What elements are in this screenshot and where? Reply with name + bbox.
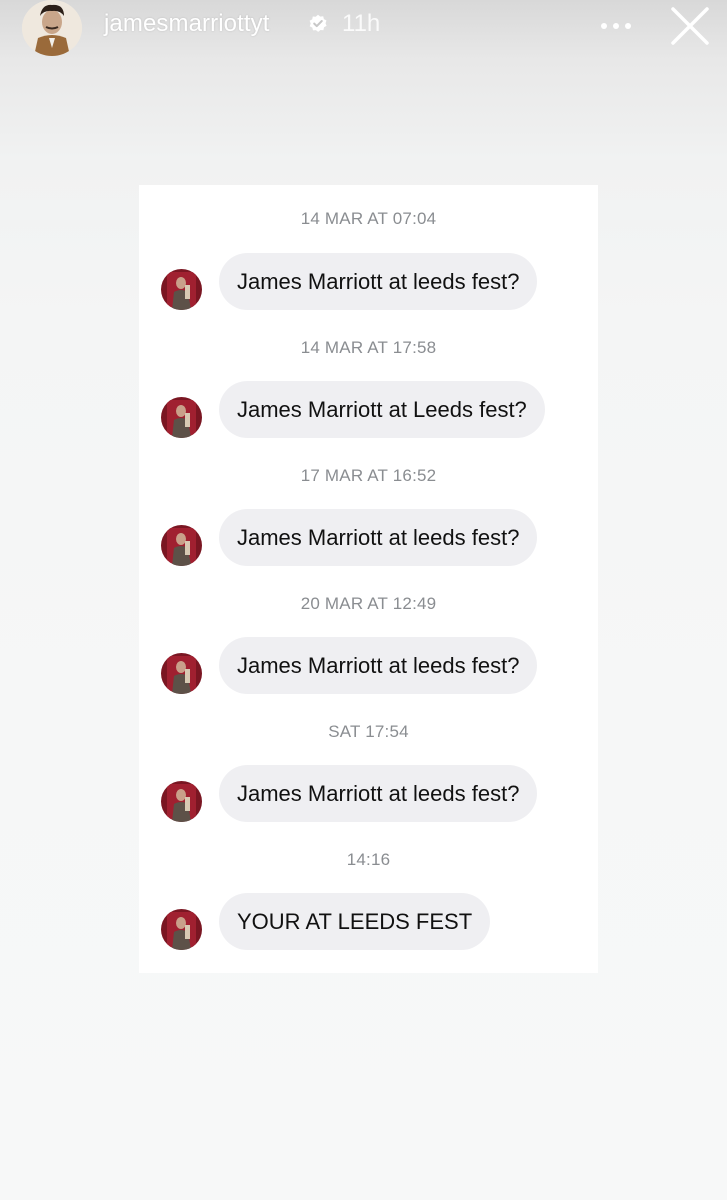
dm-screenshot-card: 14 MAR AT 07:04 James Marriott at leeds …: [139, 185, 598, 973]
sender-avatar: [161, 525, 202, 566]
message-bubble: James Marriott at leeds fest?: [219, 765, 538, 822]
sender-avatar-photo: [161, 525, 202, 566]
story-header: jamesmarriottyt 11h: [0, 0, 727, 60]
story-time: 11h: [342, 10, 381, 37]
message-timestamp: 17 MAR AT 16:52: [300, 466, 437, 485]
profile-photo: [22, 0, 82, 56]
more-icon[interactable]: [598, 12, 634, 40]
profile-avatar[interactable]: [22, 0, 82, 56]
sender-avatar: [161, 909, 202, 950]
verified-badge-icon: [309, 14, 327, 32]
message-bubble: James Marriott at leeds fest?: [219, 253, 538, 310]
message-bubble: James Marriott at leeds fest?: [219, 509, 538, 566]
sender-avatar: [161, 653, 202, 694]
message-bubble: James Marriott at leeds fest?: [219, 637, 538, 694]
close-icon[interactable]: [668, 4, 712, 48]
message-bubble: James Marriott at Leeds fest?: [219, 381, 545, 438]
sender-avatar-photo: [161, 397, 202, 438]
sender-avatar-photo: [161, 909, 202, 950]
sender-avatar-photo: [161, 269, 202, 310]
username[interactable]: jamesmarriottyt: [104, 10, 270, 38]
sender-avatar-photo: [161, 653, 202, 694]
sender-avatar: [161, 269, 202, 310]
message-timestamp: SAT 17:54: [328, 722, 409, 741]
message-timestamp: 14 MAR AT 07:04: [300, 209, 437, 228]
message-timestamp: 14:16: [346, 850, 391, 869]
sender-avatar: [161, 397, 202, 438]
message-timestamp: 14 MAR AT 17:58: [300, 338, 437, 357]
message-timestamp: 20 MAR AT 12:49: [300, 594, 437, 613]
sender-avatar: [161, 781, 202, 822]
message-bubble: YOUR AT LEEDS FEST: [219, 893, 491, 950]
sender-avatar-photo: [161, 781, 202, 822]
